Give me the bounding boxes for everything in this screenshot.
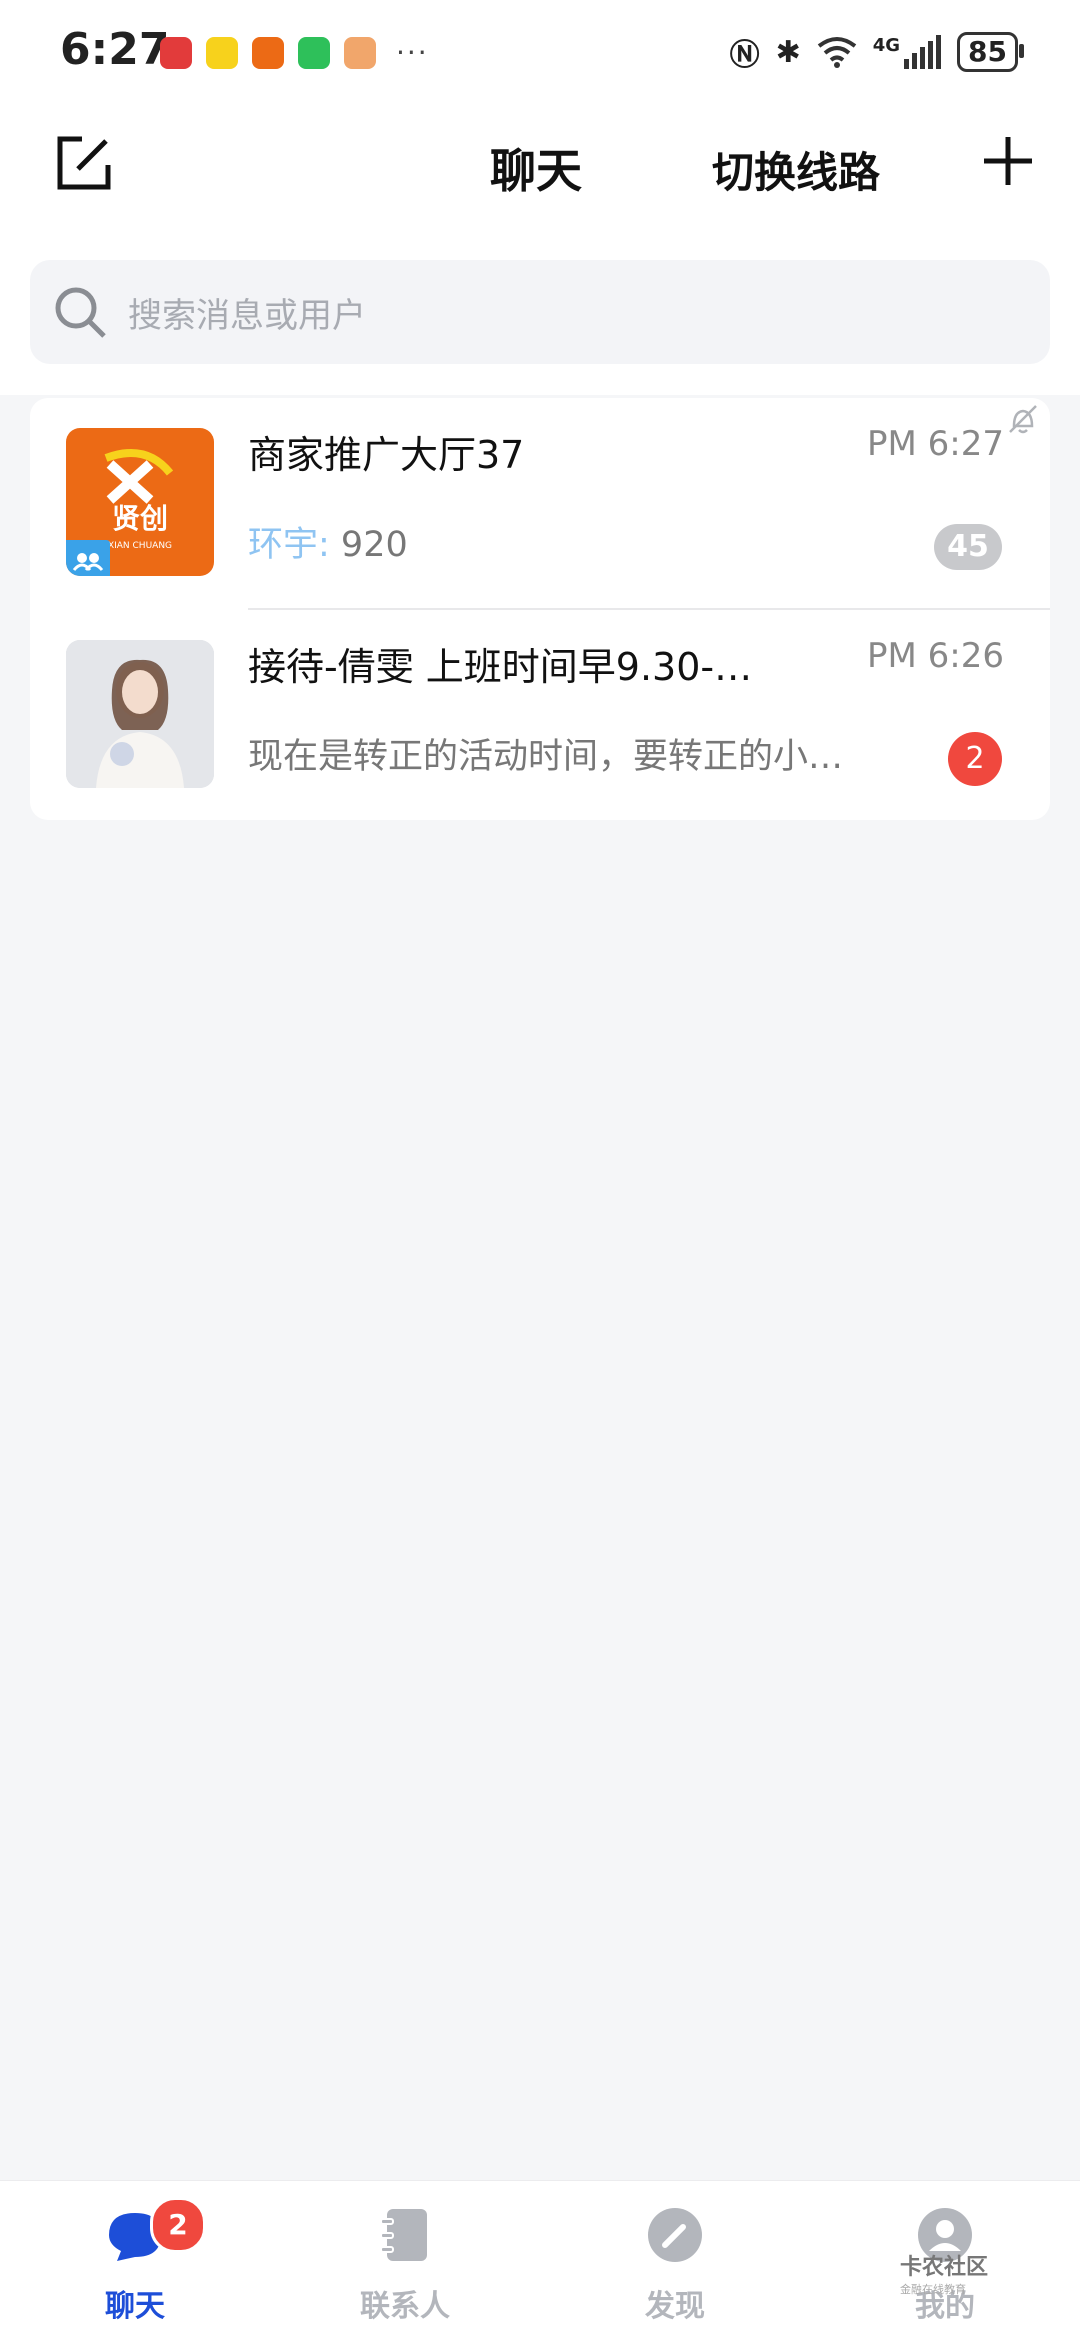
search-input[interactable]: 搜索消息或用户 [30, 260, 1050, 364]
nav-label: 发现 [645, 2289, 705, 2324]
chat-preview: 环宇: 920 [248, 516, 408, 567]
search-section: 搜索消息或用户 [0, 255, 1080, 395]
add-icon[interactable] [982, 135, 1034, 187]
status-bar: 6:27 ··· Ⓝ ✱ 4G 85 [0, 0, 1080, 105]
svg-text:XIAN CHUANG: XIAN CHUANG [108, 541, 172, 551]
status-time: 6:27 [60, 24, 170, 75]
nav-label: 联系人 [360, 2289, 450, 2324]
bluetooth-icon: ✱ [775, 34, 801, 70]
chat-preview: 现在是转正的活动时间，要转正的小… [248, 737, 844, 777]
more-notifications-icon: ··· [396, 36, 429, 69]
signal-icon [904, 35, 942, 69]
page-title: 聊天 [490, 144, 582, 198]
user-avatar [66, 640, 214, 788]
chat-time: PM 6:27 [867, 424, 1004, 464]
chat-message: 920 [329, 525, 408, 565]
group-avatar: 贤创 XIAN CHUANG [66, 428, 214, 576]
nav-contacts[interactable]: 联系人 [270, 2181, 540, 2341]
bottom-navigation: 2 聊天 联系人 发现 我的 卡农社区 金融在线教育 [0, 2180, 1080, 2341]
pet-app-icon [344, 36, 376, 69]
nav-chat[interactable]: 2 聊天 [0, 2181, 270, 2341]
huawei-app-icon [160, 36, 192, 69]
nav-badge: 2 [150, 2197, 206, 2253]
switch-route-button[interactable]: 切换线路 [712, 139, 880, 200]
portrait-photo [66, 640, 214, 788]
wifi-icon [817, 37, 856, 68]
chat-item[interactable]: 接待-倩雯 上班时间早9.30-… PM 6:26 现在是转正的活动时间，要转正… [30, 610, 1050, 822]
svg-text:贤创: 贤创 [112, 502, 168, 535]
chat-list: 贤创 XIAN CHUANG 商家推广大厅37 PM 6:27 环宇: 920 … [30, 398, 1050, 820]
compass-icon [648, 2208, 702, 2262]
nfc-icon: Ⓝ [729, 38, 760, 73]
nav-label: 聊天 [105, 2289, 165, 2324]
notification-icons: ··· [160, 36, 429, 69]
unread-badge: 45 [934, 524, 1002, 570]
yellow-app-icon [206, 36, 238, 69]
orange-app-icon [252, 36, 284, 69]
wechat-app-icon [298, 36, 330, 69]
chat-sender: 环宇: [248, 525, 330, 565]
compose-icon[interactable] [56, 135, 112, 191]
chat-name: 商家推广大厅37 [248, 433, 525, 477]
nav-discover[interactable]: 发现 [540, 2181, 810, 2341]
search-placeholder: 搜索消息或用户 [128, 295, 366, 336]
app-header: 聊天 切换线路 [0, 105, 1080, 255]
search-icon [55, 287, 106, 338]
unread-badge: 2 [948, 732, 1002, 786]
mute-bell-icon [1009, 405, 1037, 434]
chat-item[interactable]: 贤创 XIAN CHUANG 商家推广大厅37 PM 6:27 环宇: 920 … [30, 398, 1050, 610]
chat-name: 接待-倩雯 上班时间早9.30-… [248, 645, 753, 689]
status-indicators: Ⓝ ✱ 4G 85 [729, 30, 1024, 74]
chat-time: PM 6:26 [867, 636, 1004, 676]
watermark-text: 卡农社区 [900, 2255, 989, 2280]
contacts-book-icon [380, 2209, 427, 2261]
battery-icon: 85 [957, 32, 1024, 72]
watermark-subtext: 金融在线教育 [900, 2283, 966, 2296]
battery-level: 85 [968, 35, 1007, 68]
network-type: 4G [872, 34, 901, 56]
watermark: 卡农社区 金融在线教育 [900, 2249, 988, 2297]
xianchuang-logo-icon: 贤创 XIAN CHUANG [66, 449, 174, 576]
